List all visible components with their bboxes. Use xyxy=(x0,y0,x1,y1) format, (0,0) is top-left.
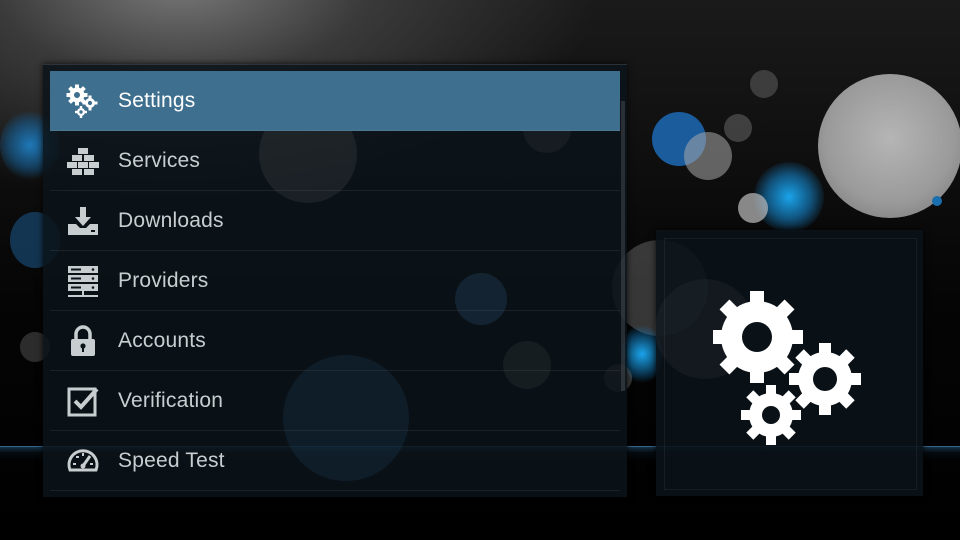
menu-panel: Settings Services Downloads Providers Ac… xyxy=(43,64,627,497)
menu-item-accounts[interactable]: Accounts xyxy=(50,311,620,371)
main-menu: Settings Services Downloads Providers Ac… xyxy=(50,71,620,491)
speedometer-icon xyxy=(66,444,100,478)
gears-icon xyxy=(711,291,873,451)
menu-scrollbar[interactable] xyxy=(621,101,625,391)
preview-panel xyxy=(655,230,923,496)
menu-item-label: Downloads xyxy=(118,208,224,232)
menu-item-label: Settings xyxy=(118,88,196,112)
server-icon xyxy=(66,264,100,298)
lock-icon xyxy=(66,324,100,358)
gears-icon xyxy=(66,84,100,118)
menu-item-speed-test[interactable]: Speed Test xyxy=(50,431,620,491)
menu-item-label: Accounts xyxy=(118,328,206,352)
menu-item-verification[interactable]: Verification xyxy=(50,371,620,431)
menu-item-label: Verification xyxy=(118,388,224,412)
menu-item-label: Providers xyxy=(118,268,209,292)
menu-item-label: Services xyxy=(118,148,201,172)
menu-item-services[interactable]: Services xyxy=(50,131,620,191)
menu-item-downloads[interactable]: Downloads xyxy=(50,191,620,251)
preview-frame xyxy=(655,238,917,490)
menu-item-providers[interactable]: Providers xyxy=(50,251,620,311)
menu-item-label: Speed Test xyxy=(118,448,225,472)
menu-item-settings[interactable]: Settings xyxy=(50,71,620,131)
bricks-icon xyxy=(66,144,100,178)
download-tray-icon xyxy=(66,204,100,238)
checkbox-icon xyxy=(66,384,100,418)
